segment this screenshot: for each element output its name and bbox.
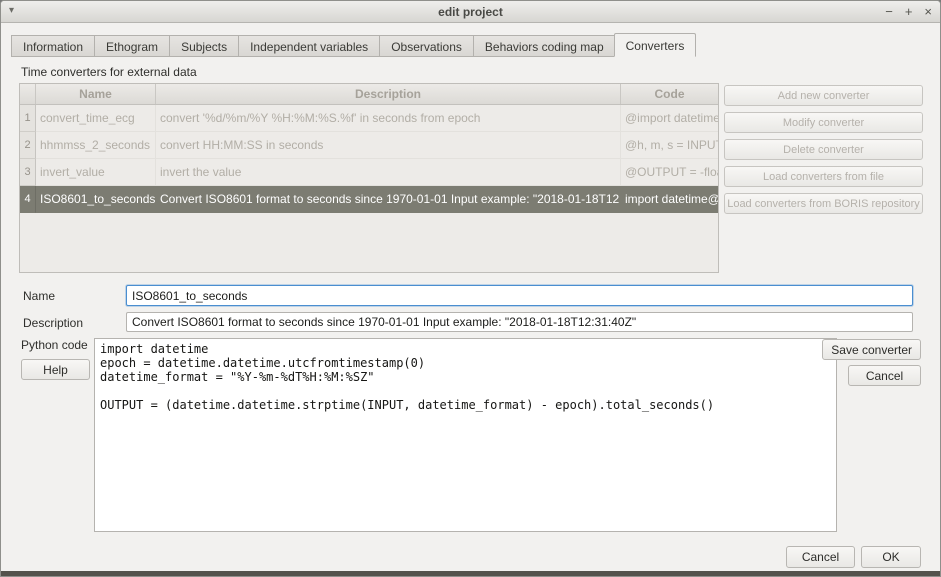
description-input[interactable] [126, 312, 913, 332]
load-converters-from-file-button[interactable]: Load converters from file [724, 166, 923, 187]
help-button[interactable]: Help [21, 359, 90, 380]
description-label: Description [23, 316, 83, 330]
tab-behaviors-coding-map[interactable]: Behaviors coding map [473, 35, 615, 57]
table-row[interactable]: 2 hhmmss_2_seconds convert HH:MM:SS in s… [20, 132, 718, 159]
ok-button[interactable]: OK [861, 546, 921, 568]
cell-name[interactable]: ISO8601_to_seconds [36, 186, 156, 213]
cell-name[interactable]: invert_value [36, 159, 156, 186]
delete-converter-button[interactable]: Delete converter [724, 139, 923, 160]
cell-code[interactable]: import datetime@... [621, 186, 718, 213]
table-corner [20, 84, 36, 104]
name-input[interactable] [126, 285, 913, 306]
tab-converters[interactable]: Converters [614, 33, 697, 57]
add-new-converter-button[interactable]: Add new converter [724, 85, 923, 106]
cell-description[interactable]: convert '%d/%m/%Y %H:%M:%S.%f' in second… [156, 105, 621, 132]
save-converter-button[interactable]: Save converter [822, 339, 921, 360]
table-row-selected[interactable]: 4 ISO8601_to_seconds Convert ISO8601 for… [20, 186, 718, 213]
row-number: 2 [20, 132, 36, 159]
table-row[interactable]: 3 invert_value invert the value @OUTPUT … [20, 159, 718, 186]
cell-description[interactable]: Convert ISO8601 format to seconds since … [156, 186, 621, 213]
close-icon[interactable]: × [924, 3, 932, 20]
maximize-icon[interactable]: + [905, 3, 913, 20]
converter-actions: Add new converter Modify converter Delet… [724, 85, 923, 220]
row-number: 4 [20, 186, 36, 213]
cell-description[interactable]: invert the value [156, 159, 621, 186]
converters-table: Name Description Code 1 convert_time_ecg… [19, 83, 719, 273]
cell-description[interactable]: convert HH:MM:SS in seconds [156, 132, 621, 159]
row-number: 1 [20, 105, 36, 132]
cell-name[interactable]: hhmmss_2_seconds [36, 132, 156, 159]
tab-observations[interactable]: Observations [379, 35, 473, 57]
window-controls: − + × [885, 3, 932, 20]
window-title: edit project [1, 5, 940, 19]
header-code[interactable]: Code [621, 84, 718, 104]
row-number: 3 [20, 159, 36, 186]
minimize-icon[interactable]: − [885, 3, 893, 20]
header-name[interactable]: Name [36, 84, 156, 104]
cell-name[interactable]: convert_time_ecg [36, 105, 156, 132]
python-code-editor[interactable]: import datetime epoch = datetime.datetim… [94, 338, 837, 532]
window-resize-edge[interactable] [1, 571, 940, 576]
tab-information[interactable]: Information [11, 35, 94, 57]
converter-cancel-button[interactable]: Cancel [848, 365, 921, 386]
tab-subjects[interactable]: Subjects [169, 35, 238, 57]
table-header-row: Name Description Code [20, 84, 718, 105]
header-description[interactable]: Description [156, 84, 621, 104]
name-label: Name [23, 289, 55, 303]
title-bar[interactable]: ▾ edit project − + × [1, 1, 940, 23]
cancel-button[interactable]: Cancel [786, 546, 855, 568]
section-label: Time converters for external data [21, 65, 197, 79]
python-code-label: Python code [21, 338, 88, 352]
table-row[interactable]: 1 convert_time_ecg convert '%d/%m/%Y %H:… [20, 105, 718, 132]
edit-project-window: ▾ edit project − + × Information Ethogra… [0, 0, 941, 577]
cell-code[interactable]: @OUTPUT = -float(... [621, 159, 718, 186]
tab-ethogram[interactable]: Ethogram [94, 35, 169, 57]
load-converters-from-boris-repository-button[interactable]: Load converters from BORIS repository [724, 193, 923, 214]
tab-independent-variables[interactable]: Independent variables [238, 35, 379, 57]
cell-code[interactable]: @import datetime... [621, 105, 718, 132]
cell-code[interactable]: @h, m, s = INPUT.s... [621, 132, 718, 159]
tab-bar: Information Ethogram Subjects Independen… [11, 33, 696, 57]
modify-converter-button[interactable]: Modify converter [724, 112, 923, 133]
